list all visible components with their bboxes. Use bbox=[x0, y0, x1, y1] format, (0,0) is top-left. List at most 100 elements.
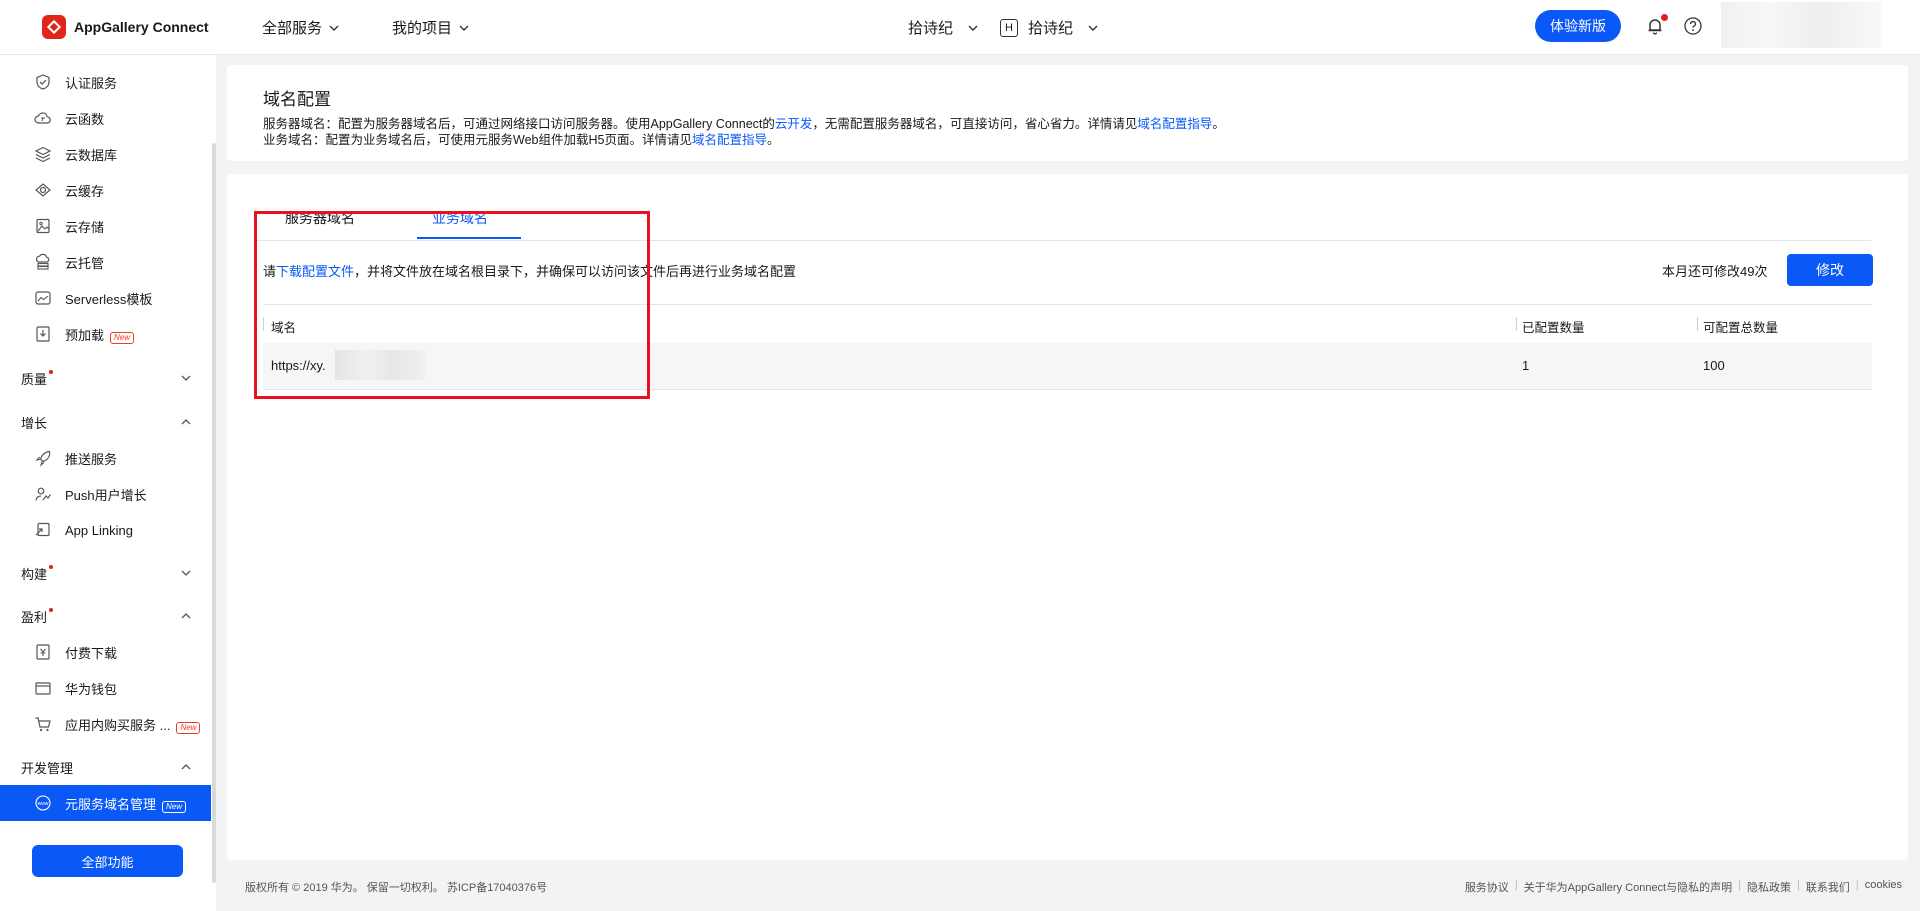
sidebar-item-preload[interactable]: 预加载 New bbox=[0, 316, 211, 352]
help-icon[interactable] bbox=[1683, 16, 1703, 36]
red-dot-indicator bbox=[49, 564, 54, 569]
column-divider bbox=[1697, 317, 1698, 331]
app-selector[interactable]: H 拾诗纪 bbox=[1000, 17, 1099, 38]
sidebar-item-paid-download[interactable]: 付费下载 bbox=[0, 634, 211, 670]
chevron-down-icon bbox=[329, 25, 339, 31]
top-bar: AppGallery Connect 全部服务 我的项目 拾诗纪 H 拾诗纪 体… bbox=[0, 0, 1920, 55]
sidebar-item-label: 应用内购买服务 ... bbox=[65, 717, 171, 733]
group-label: 质量 bbox=[21, 371, 48, 387]
try-new-version-button[interactable]: 体验新版 bbox=[1535, 10, 1621, 42]
column-divider bbox=[263, 317, 264, 331]
sidebar-item-cloud-storage[interactable]: 云存储 bbox=[0, 208, 211, 244]
www-icon: www bbox=[33, 793, 53, 813]
sidebar-item-push-service[interactable]: 推送服务 bbox=[0, 440, 211, 476]
sidebar-item-cloud-hosting[interactable]: 云托管 bbox=[0, 244, 211, 280]
brand-logo[interactable]: AppGallery Connect bbox=[42, 15, 209, 39]
app-name: 拾诗纪 bbox=[1028, 20, 1074, 37]
notice-text: ，并将文件放在域名根目录下，并确保可以访问该文件后再进行业务域名配置 bbox=[354, 264, 797, 279]
sidebar-item-atomic-domain-management[interactable]: www 元服务域名管理 New bbox=[0, 785, 211, 821]
sidebar-group-growth[interactable]: 增长 bbox=[0, 404, 211, 440]
footer-copyright: 版权所有 © 2019 华为。 保留一切权利。 苏ICP备17040376号 bbox=[245, 882, 548, 894]
desc-text: 。 bbox=[766, 133, 780, 147]
my-projects-menu[interactable]: 我的项目 bbox=[392, 17, 470, 38]
project-selector[interactable]: 拾诗纪 bbox=[908, 17, 979, 38]
footer-link-cookies[interactable]: cookies bbox=[1865, 879, 1902, 895]
cloud-cache-icon bbox=[33, 180, 53, 200]
my-projects-label: 我的项目 bbox=[392, 20, 453, 37]
business-domain-description: 业务域名：配置为业务域名后，可使用元服务Web组件加载H5页面。详情请见域名配置… bbox=[263, 129, 780, 148]
active-tab-indicator bbox=[417, 237, 521, 239]
all-features-button[interactable]: 全部功能 bbox=[32, 845, 183, 877]
sidebar-item-iap[interactable]: 应用内购买服务 ... New bbox=[0, 706, 211, 742]
cloud-function-icon bbox=[33, 108, 53, 128]
group-label: 增长 bbox=[21, 415, 48, 431]
footer-link-privacy-policy[interactable]: 隐私政策 bbox=[1747, 879, 1791, 895]
preload-icon bbox=[33, 324, 53, 344]
sidebar-item-auth-service[interactable]: 认证服务 bbox=[0, 64, 211, 100]
sidebar-item-label: 云托管 bbox=[65, 255, 105, 271]
sidebar-item-label: 云函数 bbox=[65, 111, 105, 127]
remaining-modifications: 本月还可修改49次 bbox=[1662, 264, 1768, 279]
modify-button[interactable]: 修改 bbox=[1787, 254, 1873, 286]
all-services-menu[interactable]: 全部服务 bbox=[262, 17, 340, 38]
sidebar-item-app-linking[interactable]: App Linking bbox=[0, 512, 211, 548]
desc-text: 业务域名：配置为业务域名后，可使用元服务Web组件加载H5页面。详情请见 bbox=[263, 133, 692, 147]
user-account-area[interactable] bbox=[1721, 2, 1881, 48]
footer-separator: | bbox=[1796, 879, 1800, 891]
project-name: 拾诗纪 bbox=[908, 20, 954, 37]
tab-server-domain[interactable]: 服务器域名 bbox=[285, 208, 355, 228]
desc-text: 。 bbox=[1212, 117, 1225, 131]
footer-link-contact[interactable]: 联系我们 bbox=[1806, 879, 1850, 895]
link-icon bbox=[33, 520, 53, 540]
sidebar-item-label: 云存储 bbox=[65, 219, 105, 235]
group-label-wrap: 盈利 bbox=[21, 607, 54, 626]
sidebar-item-label: 云数据库 bbox=[65, 147, 118, 163]
brand-name: AppGallery Connect bbox=[74, 19, 209, 35]
footer-link-terms[interactable]: 服务协议 bbox=[1465, 879, 1509, 895]
wallet-icon bbox=[33, 678, 53, 698]
red-dot-indicator bbox=[49, 607, 54, 612]
chevron-down-icon bbox=[459, 25, 469, 31]
image-storage-icon bbox=[33, 216, 53, 236]
svg-text:www: www bbox=[38, 801, 49, 807]
sidebar-item-label-wrap: 元服务域名管理 New bbox=[65, 794, 187, 813]
group-label: 盈利 bbox=[21, 609, 48, 625]
sidebar-item-label-wrap: 预加载 New bbox=[65, 325, 135, 344]
tab-business-domain[interactable]: 业务域名 bbox=[432, 208, 488, 228]
group-label: 开发管理 bbox=[21, 760, 74, 776]
notification-dot bbox=[1661, 14, 1668, 21]
group-label-wrap: 质量 bbox=[21, 369, 54, 388]
domain-config-guide-link[interactable]: 域名配置指导 bbox=[692, 133, 767, 147]
column-header-configured: 已配置数量 bbox=[1522, 321, 1585, 335]
chevron-up-icon bbox=[181, 764, 191, 770]
sidebar-item-huawei-wallet[interactable]: 华为钱包 bbox=[0, 670, 211, 706]
cloud-dev-link[interactable]: 云开发 bbox=[775, 117, 813, 131]
domain-table: 域名 已配置数量 可配置总数量 https://xy. 1 100 bbox=[263, 304, 1872, 390]
sidebar-item-cloud-cache[interactable]: 云缓存 bbox=[0, 172, 211, 208]
sidebar-item-push-user-growth[interactable]: Push用户增长 bbox=[0, 476, 211, 512]
sidebar-item-label: 元服务域名管理 bbox=[65, 796, 157, 812]
column-header-domain: 域名 bbox=[271, 321, 297, 335]
sidebar-item-label: Push用户增长 bbox=[65, 487, 147, 503]
footer-separator: | bbox=[1514, 879, 1518, 891]
column-header-total: 可配置总数量 bbox=[1703, 321, 1779, 335]
sidebar-scrollbar[interactable] bbox=[212, 143, 216, 883]
cloud-hosting-icon bbox=[33, 252, 53, 272]
app-badge-icon: H bbox=[1000, 18, 1018, 37]
sidebar-item-label: Serverless模板 bbox=[65, 291, 153, 307]
chevron-down-icon bbox=[1088, 25, 1098, 31]
sidebar-item-serverless-template[interactable]: Serverless模板 bbox=[0, 280, 211, 316]
sidebar-group-build[interactable]: 构建 bbox=[0, 555, 211, 591]
sidebar-group-earn[interactable]: 盈利 bbox=[0, 598, 211, 634]
download-config-file-link[interactable]: 下载配置文件 bbox=[276, 264, 354, 279]
total-count: 100 bbox=[1703, 358, 1725, 373]
sidebar-group-quality[interactable]: 质量 bbox=[0, 360, 211, 396]
shield-check-icon bbox=[33, 72, 53, 92]
chevron-down-icon bbox=[181, 375, 191, 381]
sidebar-item-cloud-db[interactable]: 云数据库 bbox=[0, 136, 211, 172]
domain-config-guide-link[interactable]: 域名配置指导 bbox=[1137, 117, 1212, 131]
domain-config-panel: 服务器域名 业务域名 请下载配置文件，并将文件放在域名根目录下，并确保可以访问该… bbox=[227, 174, 1908, 860]
footer-link-privacy-statement[interactable]: 关于华为AppGallery Connect与隐私的声明 bbox=[1524, 879, 1732, 895]
sidebar-group-dev-management[interactable]: 开发管理 bbox=[0, 749, 211, 785]
sidebar-item-cloud-function[interactable]: 云函数 bbox=[0, 100, 211, 136]
